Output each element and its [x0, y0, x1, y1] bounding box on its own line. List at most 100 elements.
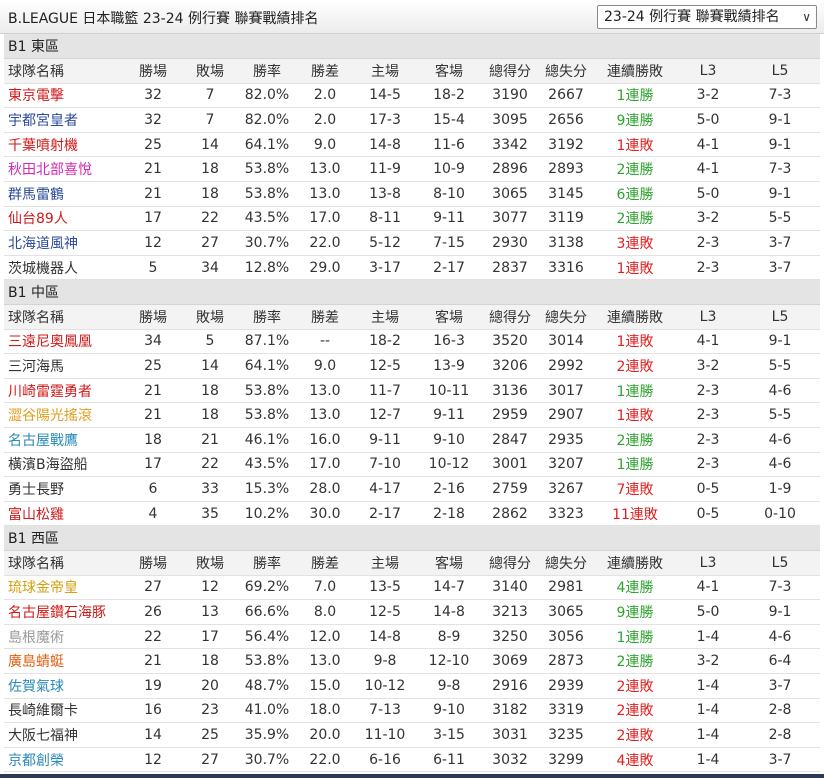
table-row: 島根魔術 22 17 56.4% 12.0 14-8 8-9 3250 3056 1連勝 1-4 4-…: [4, 624, 821, 650]
points-against: 3138: [538, 230, 594, 256]
last-3: 3-2: [676, 206, 740, 232]
away-record: 18-2: [416, 83, 482, 109]
team-name[interactable]: 宇都宮皇者: [4, 107, 124, 133]
team-name[interactable]: 富山松雞: [4, 501, 124, 527]
home-record: 10-12: [354, 673, 416, 699]
column-header: L3: [676, 304, 740, 330]
games-behind: 9.0: [296, 353, 354, 379]
last-3: 5-0: [676, 599, 740, 625]
table-row: 茨城機器人 5 34 12.8% 29.0 3-17 2-17 2837 3316 1連敗 2-3 3…: [4, 255, 821, 281]
win-pct: 64.1%: [238, 353, 296, 379]
team-name[interactable]: 橫濱B海盜船: [4, 452, 124, 478]
last-5: 7-3: [740, 83, 821, 109]
last-5: 6-4: [740, 648, 821, 674]
last-3: 3-2: [676, 648, 740, 674]
games-behind: 15.0: [296, 673, 354, 699]
team-name[interactable]: 東京電擊: [4, 83, 124, 109]
wins: 26: [124, 599, 182, 625]
table-row: 佐賀氣球 19 20 48.7% 15.0 10-12 9-8 2916 2939 2連敗 1-4 3…: [4, 673, 821, 699]
team-name[interactable]: 群馬雷鶴: [4, 181, 124, 207]
points-against: 3299: [538, 747, 594, 773]
win-pct: 82.0%: [238, 83, 296, 109]
column-header: 敗場: [182, 304, 238, 330]
last-5: 4-6: [740, 427, 821, 453]
team-name[interactable]: 三遠尼奧鳳凰: [4, 329, 124, 355]
last-5: 4-6: [740, 378, 821, 404]
team-name[interactable]: 川崎雷霆勇者: [4, 378, 124, 404]
home-record: 17-3: [354, 107, 416, 133]
team-name[interactable]: 大阪七福神: [4, 722, 124, 748]
wins: 6: [124, 476, 182, 502]
points-for: 3077: [482, 206, 538, 232]
team-name[interactable]: 茨城機器人: [4, 255, 124, 281]
division-header: B1 西區: [4, 525, 821, 551]
last-3: 0-5: [676, 476, 740, 502]
last-5: 9-1: [740, 181, 821, 207]
win-pct: 15.3%: [238, 476, 296, 502]
table-row: 長崎維爾卡 16 23 41.0% 18.0 7-13 9-10 3182 3319 2連敗 1-4…: [4, 698, 821, 724]
games-behind: 29.0: [296, 255, 354, 281]
points-for: 3095: [482, 107, 538, 133]
win-pct: 43.5%: [238, 452, 296, 478]
team-name[interactable]: 京都創榮: [4, 747, 124, 773]
points-for: 3136: [482, 378, 538, 404]
team-name[interactable]: 廣島蜻蜓: [4, 648, 124, 674]
team-name[interactable]: 勇士長野: [4, 476, 124, 502]
last-5: 3-7: [740, 747, 821, 773]
team-name[interactable]: 名古屋戰鷹: [4, 427, 124, 453]
team-name[interactable]: 秋田北部喜悅: [4, 156, 124, 183]
team-name[interactable]: 仙台89人: [4, 206, 124, 232]
losses: 33: [182, 476, 238, 502]
last-3: 2-3: [676, 255, 740, 281]
team-name[interactable]: 名古屋鑽石海豚: [4, 599, 124, 625]
column-header: 總失分: [538, 304, 594, 330]
losses: 14: [182, 353, 238, 379]
home-record: 7-10: [354, 452, 416, 478]
team-name[interactable]: 三河海馬: [4, 353, 124, 379]
team-name[interactable]: 澀谷陽光搖滾: [4, 402, 124, 428]
wins: 32: [124, 107, 182, 133]
page-title: B.LEAGUE 日本職籃 23-24 例行賽 聯賽戰績排名: [8, 11, 319, 27]
last-3: 1-4: [676, 673, 740, 699]
team-name[interactable]: 北海道風神: [4, 230, 124, 256]
win-pct: 10.2%: [238, 501, 296, 527]
last-3: 1-4: [676, 747, 740, 773]
losses: 18: [182, 648, 238, 674]
division-header: B1 中區: [4, 279, 821, 306]
games-behind: 28.0: [296, 476, 354, 502]
streak: 6連勝: [594, 181, 676, 207]
team-name[interactable]: 千葉噴射機: [4, 132, 124, 158]
wins: 25: [124, 353, 182, 379]
team-name[interactable]: 琉球金帝皇: [4, 575, 124, 601]
team-name[interactable]: 佐賀氣球: [4, 673, 124, 699]
points-for: 3182: [482, 698, 538, 724]
table-row: 名古屋鑽石海豚 26 13 66.6% 8.0 12-5 14-8 3213 3065 9連勝 5-…: [4, 599, 821, 625]
points-against: 3319: [538, 698, 594, 724]
home-record: 14-5: [354, 83, 416, 109]
last-5: 3-7: [740, 255, 821, 281]
points-for: 3065: [482, 181, 538, 207]
losses: 18: [182, 156, 238, 183]
table-row: 富山松雞 4 35 10.2% 30.0 2-17 2-18 2862 3323 11連敗 0-5 0…: [4, 501, 821, 527]
column-header: 勝差: [296, 550, 354, 576]
streak: 4連勝: [594, 575, 676, 601]
table-row: 三遠尼奧鳳凰 34 5 87.1% -- 18-2 16-3 3520 3014 1連敗 4-1 9-…: [4, 329, 821, 355]
team-name[interactable]: 島根魔術: [4, 624, 124, 650]
table-row: 秋田北部喜悅 21 18 53.8% 13.0 11-9 10-9 2896 2893 2連勝 4-…: [4, 156, 821, 183]
table-row: 澀谷陽光搖滾 21 18 53.8% 13.0 12-7 9-11 2959 2907 1連敗 2-…: [4, 402, 821, 428]
losses: 27: [182, 230, 238, 256]
home-record: 12-5: [354, 599, 416, 625]
points-against: 3017: [538, 378, 594, 404]
points-for: 3032: [482, 747, 538, 773]
losses: 13: [182, 599, 238, 625]
team-name[interactable]: 長崎維爾卡: [4, 698, 124, 724]
last-3: 5-0: [676, 107, 740, 133]
games-behind: 20.0: [296, 722, 354, 748]
season-select[interactable]: 23-24 例行賽 聯賽戰績排名 ∨: [597, 5, 817, 29]
column-header: L5: [740, 550, 821, 576]
streak: 2連勝: [594, 206, 676, 232]
column-header: 勝率: [238, 550, 296, 576]
wins: 21: [124, 378, 182, 404]
home-record: 7-13: [354, 698, 416, 724]
wins: 14: [124, 722, 182, 748]
